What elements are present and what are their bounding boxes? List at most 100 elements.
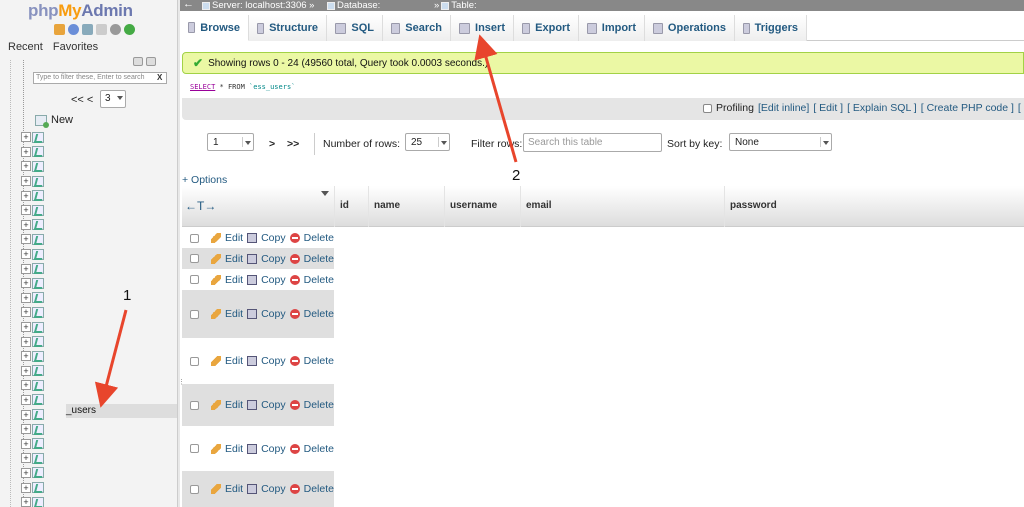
favorites-tab[interactable]: Favorites — [51, 40, 100, 54]
expand-plus-icon[interactable]: + — [21, 467, 31, 478]
edit-row-link[interactable]: Edit — [225, 483, 243, 495]
tree-table-item[interactable]: + — [21, 159, 44, 174]
docs-icon[interactable] — [82, 24, 93, 35]
expand-plus-icon[interactable]: + — [21, 307, 31, 318]
tree-table-item[interactable]: + — [21, 232, 44, 247]
refresh-link[interactable]: [ R — [1018, 102, 1024, 114]
expand-plus-icon[interactable]: + — [21, 322, 31, 333]
tree-table-item[interactable]: + — [21, 495, 44, 507]
last-page-button[interactable]: >> — [287, 138, 299, 150]
expand-plus-icon[interactable]: + — [21, 263, 31, 274]
expand-plus-icon[interactable]: + — [21, 453, 31, 464]
tree-table-item[interactable]: + — [21, 451, 44, 466]
phpmyadmin-logo[interactable]: phpMyAdmin — [28, 1, 133, 21]
column-header-password[interactable]: password — [724, 186, 1024, 227]
tree-table-item[interactable]: + — [21, 174, 44, 189]
collapse-all-icon[interactable] — [133, 57, 143, 66]
breadcrumb-server[interactable]: Server: localhost:3306 » — [202, 0, 314, 11]
column-resize-icon[interactable]: ←T→ — [185, 199, 216, 213]
selected-table-label[interactable]: _users — [66, 405, 96, 416]
tree-table-item[interactable]: + — [21, 378, 44, 393]
copy-row-link[interactable]: Copy — [261, 355, 286, 367]
row-checkbox[interactable] — [190, 400, 199, 410]
tab-triggers[interactable]: Triggers — [735, 15, 807, 41]
expand-plus-icon[interactable]: + — [21, 234, 31, 245]
column-header-id[interactable]: id — [334, 186, 368, 227]
copy-row-link[interactable]: Copy — [261, 253, 286, 265]
options-toggle[interactable]: + Options — [182, 174, 227, 186]
expand-plus-icon[interactable]: + — [21, 351, 31, 362]
settings-gear-icon[interactable] — [110, 24, 121, 35]
tab-browse[interactable]: Browse — [180, 15, 249, 41]
expand-plus-icon[interactable]: + — [21, 482, 31, 493]
clear-filter-button[interactable]: X — [157, 73, 162, 82]
recent-tab[interactable]: Recent — [6, 40, 45, 54]
row-checkbox[interactable] — [190, 309, 199, 319]
table-filter-input[interactable]: Type to filter these, Enter to search — [33, 72, 167, 84]
row-checkbox[interactable] — [190, 356, 199, 366]
row-checkbox[interactable] — [190, 275, 199, 284]
tree-table-item[interactable]: + — [21, 436, 44, 451]
sort-dropdown-icon[interactable] — [321, 191, 329, 196]
expand-plus-icon[interactable]: + — [21, 292, 31, 303]
tab-import[interactable]: Import — [579, 15, 645, 41]
tree-table-item[interactable]: + — [21, 276, 44, 291]
tree-table-item[interactable]: + — [21, 364, 44, 379]
tree-page-select[interactable]: 3 — [100, 90, 126, 108]
edit-row-link[interactable]: Edit — [225, 274, 243, 286]
next-page-button[interactable]: > — [269, 138, 275, 150]
expand-plus-icon[interactable]: + — [21, 380, 31, 391]
expand-plus-icon[interactable]: + — [21, 190, 31, 201]
edit-row-link[interactable]: Edit — [225, 399, 243, 411]
expand-plus-icon[interactable]: + — [21, 219, 31, 230]
home-icon[interactable] — [54, 24, 65, 35]
tree-table-item[interactable]: + — [21, 218, 44, 233]
breadcrumb-database[interactable]: Database: — [327, 0, 380, 11]
column-header-name[interactable]: name — [368, 186, 444, 227]
tree-table-item[interactable]: + — [21, 466, 44, 481]
edit-row-link[interactable]: Edit — [225, 232, 243, 244]
tree-table-item[interactable]: + — [21, 393, 44, 408]
edit-query-link[interactable]: [ Edit ] — [813, 102, 843, 114]
delete-row-link[interactable]: Delete — [304, 232, 334, 244]
reload-icon[interactable] — [124, 24, 135, 35]
filter-rows-input[interactable]: Search this table — [523, 133, 662, 152]
tree-table-item[interactable]: + — [21, 188, 44, 203]
expand-plus-icon[interactable]: + — [21, 161, 31, 172]
logout-icon[interactable] — [68, 24, 79, 35]
tree-table-item[interactable]: + — [21, 261, 44, 276]
collapse-nav-arrow-icon[interactable]: ← — [183, 0, 194, 10]
row-checkbox[interactable] — [190, 233, 199, 243]
copy-row-link[interactable]: Copy — [261, 443, 286, 455]
edit-row-link[interactable]: Edit — [225, 355, 243, 367]
column-header-email[interactable]: email — [520, 186, 724, 227]
rows-per-page-select[interactable]: 25 — [405, 133, 450, 151]
tab-sql[interactable]: SQL — [327, 15, 383, 41]
tree-table-item[interactable]: + — [21, 334, 44, 349]
tree-page-prev-button[interactable]: << < — [71, 94, 93, 106]
tree-table-item[interactable]: + — [21, 305, 44, 320]
delete-row-link[interactable]: Delete — [304, 483, 334, 495]
expand-plus-icon[interactable]: + — [21, 249, 31, 260]
tree-table-item[interactable]: + — [21, 480, 44, 495]
expand-plus-icon[interactable]: + — [21, 176, 31, 187]
row-checkbox[interactable] — [190, 254, 199, 263]
delete-row-link[interactable]: Delete — [304, 308, 334, 320]
expand-plus-icon[interactable]: + — [21, 146, 31, 157]
link-with-main-icon[interactable] — [146, 57, 156, 66]
new-table-item[interactable]: New — [35, 114, 73, 128]
tree-table-item[interactable]: + — [21, 422, 44, 437]
tree-table-item[interactable]: + — [21, 349, 44, 364]
expand-plus-icon[interactable]: + — [21, 278, 31, 289]
tree-table-item[interactable]: + — [21, 145, 44, 160]
tab-operations[interactable]: Operations — [645, 15, 735, 41]
tab-insert[interactable]: Insert — [451, 15, 514, 41]
create-php-code-link[interactable]: [ Create PHP code ] — [921, 102, 1014, 114]
tree-table-item[interactable]: + — [21, 291, 44, 306]
delete-row-link[interactable]: Delete — [304, 399, 334, 411]
explain-sql-link[interactable]: [ Explain SQL ] — [847, 102, 917, 114]
profiling-checkbox[interactable] — [703, 103, 712, 113]
delete-row-link[interactable]: Delete — [304, 443, 334, 455]
tree-table-item[interactable]: + — [21, 320, 44, 335]
sort-by-key-select[interactable]: None — [729, 133, 832, 151]
